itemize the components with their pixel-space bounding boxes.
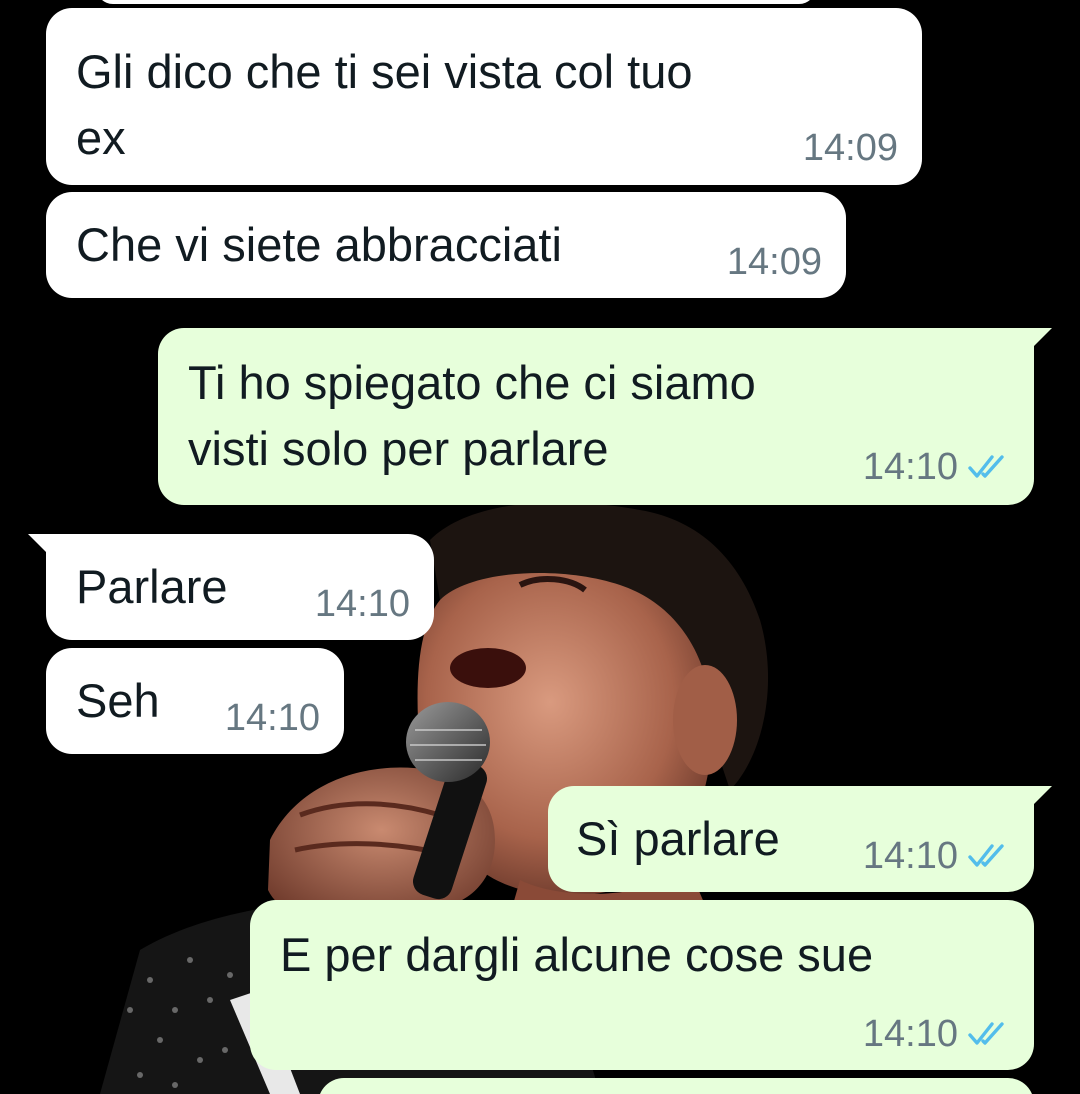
read-ticks-icon bbox=[968, 1022, 1004, 1045]
message-meta: 14:10 bbox=[863, 836, 1008, 876]
message-bubble[interactable]: Parlare 14:10 bbox=[28, 534, 434, 640]
message-time: 14:09 bbox=[802, 127, 898, 169]
message-meta: 14:09 bbox=[803, 128, 898, 168]
message-text: Ti ho spiegato che ci siamo visti solo p… bbox=[188, 356, 756, 475]
message-bubble[interactable]: Gli dico che ti sei vista col tuo ex 14:… bbox=[46, 8, 922, 185]
message-bubble[interactable]: Sì parlare 14:10 bbox=[548, 786, 1052, 892]
message-time: 14:10 bbox=[224, 697, 320, 739]
message-time: 14:09 bbox=[726, 241, 822, 283]
message-meta: 14:10 bbox=[225, 698, 320, 738]
read-ticks-icon bbox=[968, 455, 1004, 478]
message-text: Parlare bbox=[76, 560, 228, 613]
message-bubble[interactable]: Seh 14:10 bbox=[46, 648, 344, 754]
message-bubble-next[interactable] bbox=[318, 1078, 1034, 1094]
message-bubble[interactable]: Che vi siete abbracciati 14:09 bbox=[46, 192, 846, 298]
message-text: Gli dico che ti sei vista col tuo ex bbox=[76, 45, 693, 164]
message-time: 14:10 bbox=[862, 1013, 958, 1055]
message-text: E per dargli alcune cose sue bbox=[280, 928, 874, 981]
read-ticks-icon bbox=[968, 844, 1004, 867]
message-time: 14:10 bbox=[862, 446, 958, 488]
message-text: Che vi siete abbracciati bbox=[76, 218, 562, 271]
microphone-head bbox=[406, 702, 490, 782]
message-time: 14:10 bbox=[314, 583, 410, 625]
ear-shape bbox=[673, 665, 737, 775]
message-text: Sì parlare bbox=[576, 812, 780, 865]
message-text: Seh bbox=[76, 674, 160, 727]
mouth-shape bbox=[450, 648, 526, 688]
message-meta: 14:10 bbox=[315, 584, 410, 624]
message-meta: 14:10 bbox=[863, 447, 1008, 487]
message-bubble-previous[interactable] bbox=[96, 0, 816, 4]
message-bubble[interactable]: Ti ho spiegato che ci siamo visti solo p… bbox=[158, 328, 1052, 505]
message-meta: 14:10 bbox=[863, 1014, 1008, 1054]
chat-screen: Gli dico che ti sei vista col tuo ex 14:… bbox=[0, 0, 1080, 1094]
message-time: 14:10 bbox=[862, 835, 958, 877]
message-bubble[interactable]: E per dargli alcune cose sue 14:10 bbox=[250, 900, 1034, 1070]
message-meta: 14:09 bbox=[727, 242, 822, 282]
